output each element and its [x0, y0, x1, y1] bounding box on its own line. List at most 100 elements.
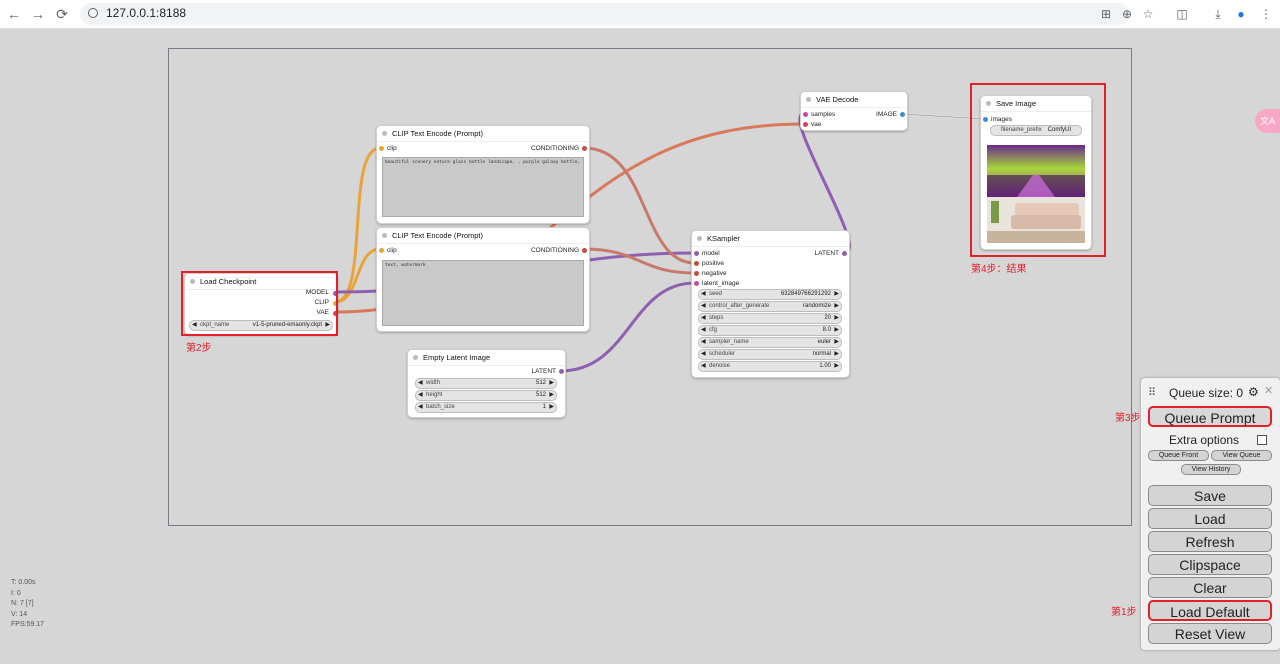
empty-latent-image-node[interactable]: Empty Latent Image LATENT ◀ width 512 ▶ ◀ he…: [407, 349, 566, 418]
extensions-icon[interactable]: ◫: [1174, 6, 1190, 22]
widget-value: 1.00: [819, 363, 831, 369]
clip-text-encode-negative-node[interactable]: CLIP Text Encode (Prompt) clip CONDITION…: [376, 227, 590, 332]
image-output-dot[interactable]: [900, 112, 905, 117]
vae-input-dot[interactable]: [803, 122, 808, 127]
step4-highlight-box: [970, 83, 1106, 257]
negative-input-dot[interactable]: [694, 271, 699, 276]
reset-view-button[interactable]: Reset View: [1148, 623, 1272, 644]
denoise-widget[interactable]: ◀ denoise 1.00 ▶: [698, 361, 842, 372]
width-widget[interactable]: ◀ width 512 ▶: [415, 378, 557, 389]
positive-input-label: positive: [702, 260, 725, 267]
step3-label: 第3步: [1115, 413, 1141, 424]
widget-value: 20: [824, 315, 831, 321]
batch-size-widget[interactable]: ◀ batch_size 1 ▶: [415, 402, 557, 413]
clip-input-label: clip: [387, 247, 397, 254]
refresh-button[interactable]: Refresh: [1148, 531, 1272, 552]
node-title[interactable]: CLIP Text Encode (Prompt): [377, 126, 589, 142]
widget-value: euler: [817, 339, 831, 345]
latent-output-dot[interactable]: [559, 369, 564, 374]
extra-options-label: Extra options: [1169, 433, 1240, 447]
bookmark-star-icon[interactable]: ☆: [1140, 6, 1156, 22]
conditioning-output-dot[interactable]: [582, 146, 587, 151]
prompt-textarea[interactable]: text, watermark: [382, 260, 584, 326]
view-history-button[interactable]: View History: [1181, 464, 1241, 475]
graph-canvas[interactable]: CLIP Text Encode (Prompt) clip CONDITION…: [0, 29, 1280, 664]
load-default-button[interactable]: Load Default: [1148, 600, 1272, 621]
translate-icon[interactable]: ⊞: [1098, 6, 1114, 22]
vae-input-label: vae: [811, 121, 822, 128]
comfy-menu-panel: ⠿ Queue size: 0 ⚙ ✕ Queue Prompt Extra o…: [1141, 378, 1280, 650]
side-translate-tab[interactable]: 文A: [1255, 109, 1280, 133]
url-text: 127.0.0.1:8188: [106, 6, 187, 20]
widget-value: normal: [812, 351, 831, 357]
conditioning-output-dot[interactable]: [582, 248, 587, 253]
download-icon[interactable]: ⤓: [1210, 6, 1226, 22]
widget-label: control_after_generate: [709, 303, 770, 309]
prompt-textarea[interactable]: beautiful scenery nature glass bottle la…: [382, 157, 584, 217]
render-stats: T: 0.00s I: 0 N: 7 [7] V: 14 FPS:59.17: [11, 578, 44, 631]
seed-widget[interactable]: ◀ seed 632849766291292 ▶: [698, 289, 842, 300]
negative-input-label: negative: [702, 270, 727, 277]
drag-handle-icon[interactable]: ⠿: [1148, 386, 1156, 399]
clip-input-dot[interactable]: [379, 248, 384, 253]
stat-fps: FPS:59.17: [11, 621, 45, 628]
address-bar[interactable]: 127.0.0.1:8188: [80, 3, 1130, 25]
widget-value: 1: [542, 404, 546, 410]
close-icon[interactable]: ✕: [1264, 384, 1273, 397]
control-after-generate-widget[interactable]: ◀ control_after_generate randomize ▶: [698, 301, 842, 312]
widget-label: batch_size: [426, 404, 455, 410]
widget-label: cfg: [709, 327, 718, 333]
node-title[interactable]: KSampler: [692, 231, 849, 247]
conditioning-output-label: CONDITIONING: [530, 145, 579, 152]
zoom-icon[interactable]: ⊕: [1119, 6, 1135, 22]
stat-time: T: 0.00s: [11, 579, 36, 586]
back-icon[interactable]: ←: [4, 4, 24, 24]
clip-text-encode-positive-node[interactable]: CLIP Text Encode (Prompt) clip CONDITION…: [376, 125, 590, 224]
view-queue-button[interactable]: View Queue: [1211, 450, 1272, 461]
widget-label: steps: [709, 315, 724, 321]
samples-input-label: samples: [811, 111, 836, 118]
model-input-dot[interactable]: [694, 251, 699, 256]
model-input-label: model: [702, 250, 720, 257]
clear-button[interactable]: Clear: [1148, 577, 1272, 598]
browser-menu-icon[interactable]: ⋮: [1258, 6, 1274, 22]
clipspace-button[interactable]: Clipspace: [1148, 554, 1272, 575]
step2-label: 第2步: [186, 343, 212, 354]
samples-input-dot[interactable]: [803, 112, 808, 117]
profile-icon[interactable]: ●: [1233, 6, 1249, 22]
widget-label: scheduler: [709, 351, 736, 357]
forward-icon[interactable]: →: [28, 4, 48, 24]
sampler-name-widget[interactable]: ◀ sampler_name euler ▶: [698, 337, 842, 348]
node-title[interactable]: VAE Decode: [801, 92, 907, 108]
conditioning-output-label: CONDITIONING: [530, 247, 579, 254]
node-title[interactable]: CLIP Text Encode (Prompt): [377, 228, 589, 244]
height-widget[interactable]: ◀ height 512 ▶: [415, 390, 557, 401]
vae-decode-node[interactable]: VAE Decode samples vae IMAGE: [800, 91, 908, 131]
reload-icon[interactable]: ⟳: [52, 4, 72, 24]
clip-input-dot[interactable]: [379, 146, 384, 151]
ksampler-node[interactable]: KSampler model positive negative latent_…: [691, 230, 850, 378]
widget-label: height: [426, 392, 443, 398]
scheduler-widget[interactable]: ◀ scheduler normal ▶: [698, 349, 842, 360]
site-info-icon[interactable]: [88, 8, 98, 18]
widget-value: 632849766291292: [780, 291, 831, 297]
node-title[interactable]: Empty Latent Image: [408, 350, 565, 366]
load-button[interactable]: Load: [1148, 508, 1272, 529]
link-clip-neg: [334, 247, 381, 304]
steps-widget[interactable]: ◀ steps 20 ▶: [698, 313, 842, 324]
queue-prompt-button[interactable]: Queue Prompt: [1148, 406, 1272, 427]
latent-output-label: LATENT: [531, 368, 556, 375]
settings-gear-icon[interactable]: ⚙: [1248, 385, 1259, 399]
save-button[interactable]: Save: [1148, 485, 1272, 506]
browser-toolbar: ← → ⟳ 127.0.0.1:8188 ⊞ ⊕ ☆ ◫ ⤓ ● ⋮: [0, 0, 1280, 29]
positive-input-dot[interactable]: [694, 261, 699, 266]
extra-options-checkbox[interactable]: [1257, 435, 1267, 445]
widget-value: 512: [535, 380, 546, 386]
queue-front-button[interactable]: Queue Front: [1148, 450, 1209, 461]
queue-size-label: Queue size: 0: [1169, 386, 1244, 400]
latent-output-dot[interactable]: [842, 251, 847, 256]
latent-input-dot[interactable]: [694, 281, 699, 286]
cfg-widget[interactable]: ◀ cfg 8.0 ▶: [698, 325, 842, 336]
widget-value: randomize: [802, 303, 831, 309]
widget-value: 8.0: [822, 327, 831, 333]
